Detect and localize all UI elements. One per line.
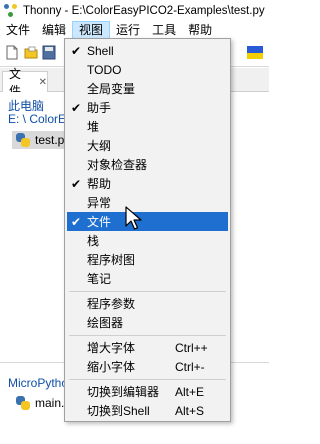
view-menu-dropdown: ✔ Shell TODO 全局变量 ✔ 助手 堆 大纲 对象检查器 ✔ 帮助 异… [64,38,231,422]
menu-item-increase-font[interactable]: 增大字体 Ctrl++ [67,338,228,357]
menu-item-label: 缩小字体 [87,360,136,374]
menu-item-label: TODO [87,62,122,77]
menu-item-label: 切换到Shell [87,404,150,418]
menu-separator [69,335,226,336]
menu-item-label: 全局变量 [87,82,136,96]
check-icon: ✔ [70,214,82,229]
new-file-icon[interactable] [5,45,19,60]
title-bar: Thonny - E:\ColorEasyPICO2-Examples\test… [0,0,269,21]
menu-item-label: 对象检查器 [87,158,148,172]
menu-item-outline[interactable]: 大纲 [67,136,228,155]
menu-item-shell[interactable]: ✔ Shell [67,41,228,60]
menu-item-focus-shell[interactable]: 切换到Shell Alt+S [67,401,228,420]
menu-item-label: 助手 [87,101,112,115]
menu-item-label: Shell [87,43,114,58]
menu-item-files[interactable]: ✔ 文件 [67,212,228,231]
menu-item-label: 文件 [87,215,112,229]
menu-item-todo[interactable]: TODO [67,60,228,79]
file-item-test-py[interactable]: test.py [16,133,70,147]
check-icon: ✔ [70,43,82,58]
menu-item-variables[interactable]: 全局变量 [67,79,228,98]
ukraine-flag-icon [247,46,263,59]
menu-edit[interactable]: 编辑 [36,21,72,39]
window-title: Thonny - E:\ColorEasyPICO2-Examples\test… [23,4,265,17]
menu-separator [69,291,226,292]
current-path[interactable]: E: \ ColorE [8,112,66,126]
menu-item-object-inspector[interactable]: 对象检查器 [67,155,228,174]
menu-item-label: 帮助 [87,177,112,191]
menu-item-label: 绘图器 [87,316,124,330]
close-icon[interactable]: ✕ [39,77,47,88]
device-label[interactable]: MicroPytho [8,376,68,390]
menu-item-assistant[interactable]: ✔ 助手 [67,98,228,117]
thonny-app-icon [4,3,18,18]
menu-item-shortcut: Alt+E [175,384,205,399]
menu-item-label: 大纲 [87,139,112,153]
check-icon: ✔ [70,176,82,191]
open-folder-icon[interactable] [24,45,38,60]
menu-file[interactable]: 文件 [0,21,36,39]
menu-item-shortcut: Alt+S [175,403,205,418]
menu-view[interactable]: 视图 [72,21,111,39]
menu-item-program-arguments[interactable]: 程序参数 [67,294,228,313]
menu-item-shortcut: Ctrl++ [175,340,208,355]
menu-item-focus-editor[interactable]: 切换到编辑器 Alt+E [67,382,228,401]
menu-tools[interactable]: 工具 [146,21,182,39]
menu-item-plotter[interactable]: 绘图器 [67,313,228,332]
save-icon[interactable] [42,45,56,60]
menu-item-label: 增大字体 [87,341,136,355]
menu-item-decrease-font[interactable]: 缩小字体 Ctrl+- [67,357,228,376]
menu-item-label: 程序树图 [87,253,136,267]
menu-item-label: 程序参数 [87,297,136,311]
menu-item-stack[interactable]: 栈 [67,231,228,250]
menu-item-program-tree[interactable]: 程序树图 [67,250,228,269]
menu-bar: 文件 编辑 视图 运行 工具 帮助 [0,21,269,39]
menu-item-heap[interactable]: 堆 [67,117,228,136]
menu-item-label: 堆 [87,120,100,134]
menu-item-help[interactable]: ✔ 帮助 [67,174,228,193]
menu-help[interactable]: 帮助 [182,21,218,39]
check-icon: ✔ [70,100,82,115]
menu-item-label: 笔记 [87,272,112,286]
mouse-cursor-icon [125,206,142,230]
menu-run[interactable]: 运行 [110,21,146,39]
menu-item-shortcut: Ctrl+- [175,359,205,374]
menu-separator [69,379,226,380]
python-file-icon [16,133,30,147]
file-item-main-py[interactable]: main.p [16,396,71,410]
menu-item-label: 切换到编辑器 [87,385,160,399]
tab-files[interactable]: 文件 ✕ [2,67,48,98]
menu-item-label: 栈 [87,234,100,248]
menu-item-exception[interactable]: 异常 [67,193,228,212]
menu-item-label: 异常 [87,196,112,210]
menu-item-notes[interactable]: 笔记 [67,269,228,288]
python-file-icon [16,396,30,410]
